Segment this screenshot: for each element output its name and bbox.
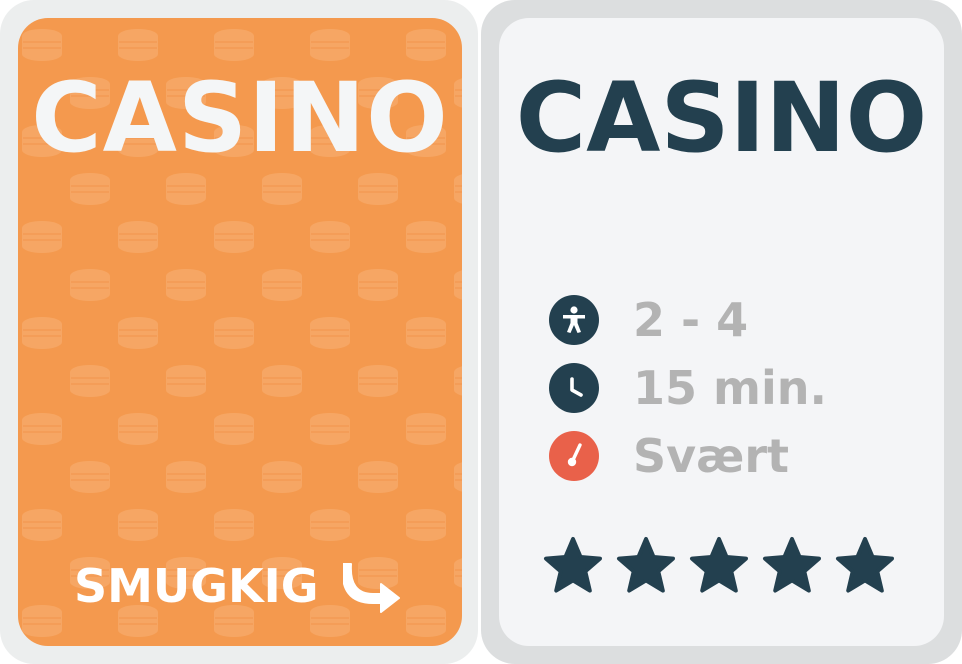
star-icon [836, 537, 894, 593]
players-row: 2 - 4 [549, 295, 748, 345]
rating-stars [543, 536, 895, 594]
back-card-title: CASINO [515, 62, 928, 174]
back-card: CASINO 2 - 4 15 min. Svært [499, 18, 944, 646]
gauge-icon [549, 431, 599, 481]
front-card-title: CASINO [31, 62, 449, 174]
arrow-turn-right-icon [342, 563, 400, 613]
game-card-pair: CASINO SMUGKIG CASINO 2 - 4 15 min. Svær… [0, 0, 962, 664]
person-icon [549, 295, 599, 345]
players-value: 2 - 4 [633, 293, 749, 347]
star-icon [763, 537, 821, 593]
star-icon [690, 537, 748, 593]
clock-icon [549, 363, 599, 413]
peek-label: SMUGKIG [74, 559, 319, 613]
front-card[interactable]: CASINO SMUGKIG [18, 18, 462, 646]
star-icon [544, 537, 602, 593]
duration-row: 15 min. [549, 363, 827, 413]
star-icon [617, 537, 675, 593]
difficulty-row: Svært [549, 431, 789, 481]
duration-value: 15 min. [633, 361, 827, 415]
difficulty-value: Svært [633, 429, 789, 483]
peek-button[interactable]: SMUGKIG [74, 558, 403, 614]
